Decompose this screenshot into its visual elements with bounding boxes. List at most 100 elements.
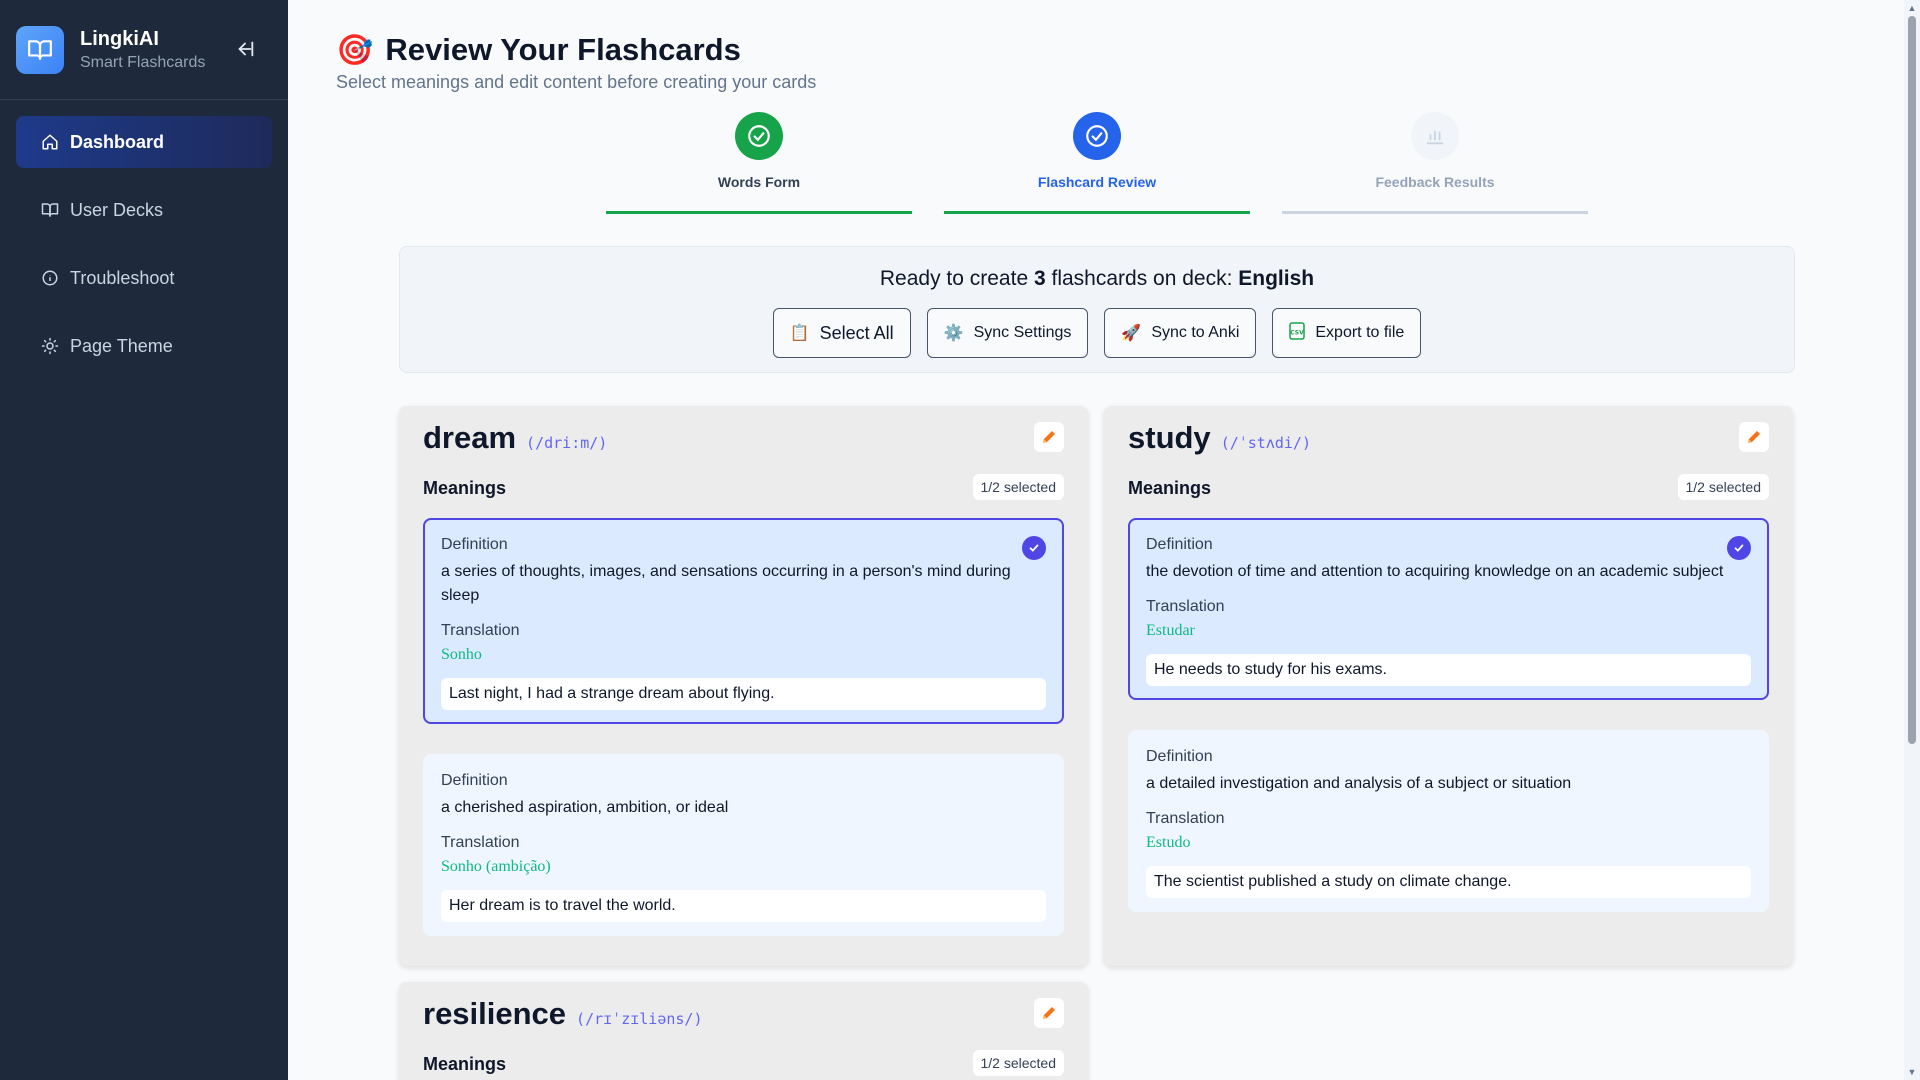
pencil-icon	[1043, 1007, 1055, 1019]
book-icon	[40, 200, 60, 220]
brand-subtitle: Smart Flashcards	[80, 53, 206, 71]
word-title: dream	[423, 420, 517, 455]
definition-text: the devotion of time and attention to ac…	[1146, 563, 1724, 580]
sync-to-anki-button[interactable]: 🚀 Sync to Anki	[1104, 308, 1257, 358]
meaning-option[interactable]: Definition a series of thoughts, images,…	[423, 518, 1064, 724]
ready-mid: flashcards on deck:	[1045, 267, 1239, 290]
definition-label: Definition	[1146, 748, 1213, 765]
translation-text: Estudo	[1146, 834, 1191, 851]
translation-text: Estudar	[1146, 622, 1195, 639]
step-label: Flashcard Review	[1037, 174, 1157, 190]
ready-prefix: Ready to create	[879, 267, 1034, 290]
collapse-sidebar-button[interactable]	[232, 36, 258, 62]
book-open-icon	[16, 25, 64, 74]
deck-name: English	[1238, 267, 1315, 290]
word-ipa: (/rɪˈzɪliəns/)	[576, 1010, 703, 1028]
rocket-icon: 🚀	[1121, 325, 1142, 342]
definition-text: a detailed investigation and analysis of…	[1146, 775, 1572, 792]
main-content: 🎯 Review Your Flashcards Select meanings…	[288, 0, 1904, 1080]
word-title: resilience	[423, 996, 567, 1031]
pencil-icon	[1748, 431, 1760, 443]
step-flashcard-review: Flashcard Review	[944, 112, 1250, 214]
pencil-icon	[1043, 431, 1055, 443]
word-ipa: (/ˈstʌdi/)	[1220, 434, 1311, 452]
action-panel: Ready to create 3 flashcards on deck: En…	[399, 246, 1795, 373]
step-progress-bar	[1282, 211, 1588, 214]
meaning-option[interactable]: Definition the devotion of time and atte…	[1128, 518, 1769, 700]
translation-label: Translation	[1146, 598, 1225, 615]
sidebar-item-label: User Decks	[70, 199, 164, 220]
sidebar: LingkiAI Smart Flashcards Dashboard User…	[0, 0, 288, 1080]
sync-settings-button[interactable]: ⚙️ Sync Settings	[926, 308, 1089, 358]
example-sentence: Last night, I had a strange dream about …	[441, 678, 1046, 710]
word-card-resilience: resilience (/rɪˈzɪliəns/) Meanings 1/2 s…	[399, 982, 1088, 1080]
select-all-button[interactable]: 📋 Select All	[772, 308, 911, 358]
word-title: study	[1128, 420, 1211, 455]
sidebar-nav: Dashboard User Decks Troubleshoot Page T…	[0, 100, 288, 404]
translation-label: Translation	[441, 622, 520, 639]
sidebar-item-page-theme[interactable]: Page Theme	[16, 320, 272, 372]
scroll-down-arrow-icon[interactable]: ▼	[1904, 1064, 1920, 1080]
translation-text: Sonho	[441, 646, 482, 663]
step-label: Feedback Results	[1375, 174, 1495, 190]
scroll-up-arrow-icon[interactable]: ▲	[1904, 0, 1920, 16]
selected-count-badge: 1/2 selected	[972, 1050, 1064, 1076]
word-card-study: study (/ˈstʌdi/) Meanings 1/2 selected D…	[1104, 406, 1793, 966]
example-sentence: Her dream is to travel the world.	[441, 890, 1046, 922]
definition-label: Definition	[441, 772, 508, 789]
meanings-label: Meanings	[1128, 478, 1212, 498]
edit-word-button[interactable]	[1034, 998, 1064, 1028]
button-label: Sync to Anki	[1151, 324, 1240, 341]
info-icon	[40, 268, 60, 288]
definition-label: Definition	[441, 536, 508, 553]
selected-count-badge: 1/2 selected	[972, 474, 1064, 500]
home-icon	[40, 132, 60, 152]
example-sentence: The scientist published a study on clima…	[1146, 866, 1751, 898]
svg-text:CSV: CSV	[1291, 329, 1305, 336]
step-progress-bar	[944, 211, 1250, 214]
brand: LingkiAI Smart Flashcards	[0, 0, 288, 100]
edit-word-button[interactable]	[1034, 422, 1064, 452]
translation-label: Translation	[1146, 810, 1225, 827]
gear-icon: ⚙️	[943, 325, 964, 342]
export-to-file-button[interactable]: CSV Export to file	[1272, 308, 1422, 358]
clipboard-icon: 📋	[789, 325, 810, 342]
check-icon	[1727, 536, 1751, 560]
page-scrollbar[interactable]: ▲ ▼	[1904, 0, 1920, 1080]
step-feedback-results: Feedback Results	[1282, 112, 1588, 214]
csv-file-icon: CSV	[1289, 321, 1306, 345]
sidebar-item-label: Page Theme	[70, 335, 173, 356]
edit-word-button[interactable]	[1739, 422, 1769, 452]
button-label: Export to file	[1315, 324, 1405, 341]
example-sentence: He needs to study for his exams.	[1146, 654, 1751, 686]
definition-text: a series of thoughts, images, and sensat…	[441, 563, 1011, 604]
meanings-label: Meanings	[423, 478, 507, 498]
meanings-label: Meanings	[423, 1054, 507, 1074]
page-subtitle: Select meanings and edit content before …	[336, 72, 817, 92]
step-progress-bar	[606, 211, 912, 214]
translation-label: Translation	[441, 834, 520, 851]
check-icon	[1022, 536, 1046, 560]
meaning-option[interactable]: Definition a cherished aspiration, ambit…	[423, 754, 1064, 936]
check-circle-icon	[1073, 112, 1121, 160]
page-title: Review Your Flashcards	[385, 32, 741, 67]
step-words-form: Words Form	[606, 112, 912, 214]
scrollbar-thumb[interactable]	[1908, 16, 1916, 744]
sidebar-item-label: Dashboard	[70, 131, 165, 152]
ready-summary: Ready to create 3 flashcards on deck: En…	[400, 267, 1794, 291]
card-count: 3	[1033, 267, 1046, 290]
target-icon: 🎯	[336, 33, 374, 67]
definition-label: Definition	[1146, 536, 1213, 553]
selected-count-badge: 1/2 selected	[1677, 474, 1769, 500]
collapse-left-icon	[238, 41, 254, 57]
button-label: Select All	[819, 322, 894, 343]
check-circle-icon	[735, 112, 783, 160]
sidebar-item-troubleshoot[interactable]: Troubleshoot	[16, 252, 272, 304]
brand-name: LingkiAI	[80, 27, 159, 50]
translation-text: Sonho (ambição)	[441, 858, 551, 875]
meaning-option[interactable]: Definition a detailed investigation and …	[1128, 730, 1769, 912]
sidebar-item-label: Troubleshoot	[70, 267, 175, 288]
sidebar-item-user-decks[interactable]: User Decks	[16, 184, 272, 236]
sidebar-item-dashboard[interactable]: Dashboard	[16, 116, 272, 168]
button-label: Sync Settings	[973, 324, 1072, 341]
